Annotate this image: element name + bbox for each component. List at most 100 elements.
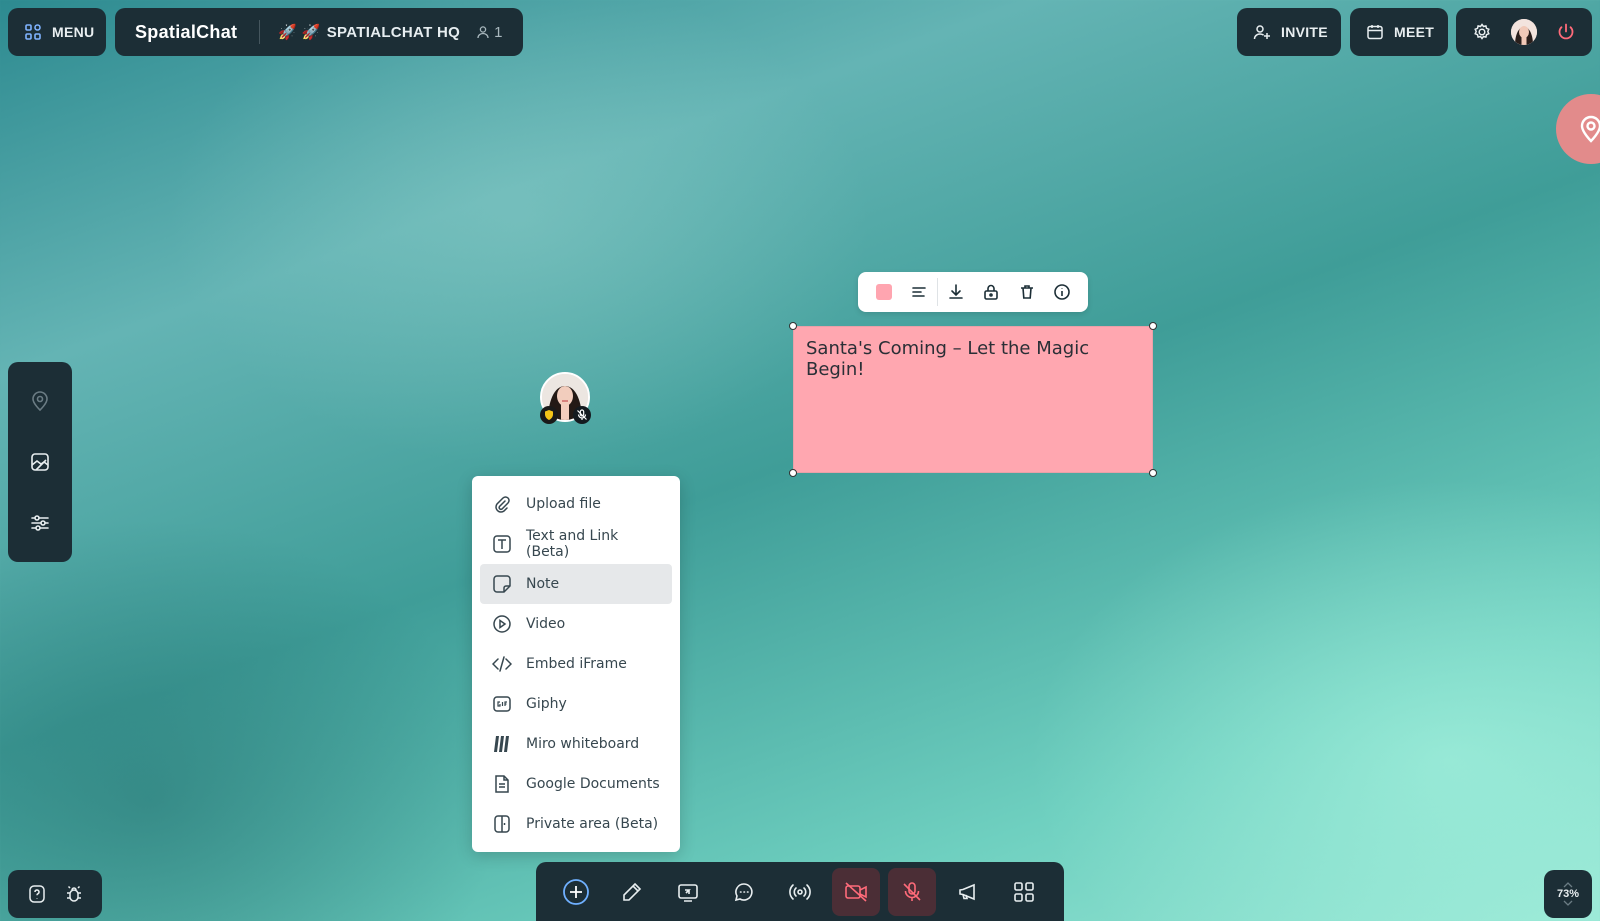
user-icon [476,25,490,39]
menu-item-note[interactable]: Note [480,564,672,604]
menu-item-label: Private area (Beta) [526,816,659,832]
brand-logo: SpatialChat [135,21,238,42]
grid-menu-icon [24,23,42,41]
broadcast-icon [788,881,812,903]
trash-icon [1018,283,1036,301]
lock-button[interactable] [973,272,1009,312]
menu-item-google-documents[interactable]: Google Documents [480,764,672,804]
miro-icon [492,734,512,754]
meet-button[interactable]: MEET [1350,8,1448,56]
zoom-level: 73% [1556,888,1580,900]
menu-item-embed-iframe[interactable]: Embed iFrame [480,644,672,684]
account-controls [1456,8,1592,56]
bottom-toolbar [536,862,1064,921]
power-icon[interactable] [1556,22,1576,42]
apps-grid-icon [1013,881,1035,903]
left-toolbar [8,362,72,562]
info-icon [1053,283,1071,301]
resize-handle[interactable] [1149,469,1157,477]
menu-item-video[interactable]: Video [480,604,672,644]
menu-label: MENU [52,24,95,40]
note-icon [492,574,512,594]
document-icon [492,774,512,794]
room-name: SPATIALCHAT HQ [326,23,461,41]
sticky-note[interactable]: Santa's Coming – Let the Magic Begin! [793,326,1153,473]
invite-label: INVITE [1281,24,1328,40]
code-icon [492,654,512,674]
menu-item-label: Note [526,576,560,592]
add-content-button[interactable] [552,868,600,916]
draw-button[interactable] [608,868,656,916]
screen-share-icon [677,881,699,903]
chat-bubble-icon [733,881,755,903]
menu-item-private-area[interactable]: Private area (Beta) [480,804,672,844]
text-align-button[interactable] [902,272,938,312]
gear-icon[interactable] [1472,22,1492,42]
user-count[interactable]: 1 [476,24,503,41]
location-pin-button[interactable] [1556,94,1600,164]
calendar-icon [1366,23,1384,41]
apps-button[interactable] [1000,868,1048,916]
room-header: SpatialChat 🚀 🚀 SPATIALCHAT HQ 1 [115,8,523,56]
resize-handle[interactable] [789,469,797,477]
text-icon [492,534,512,554]
download-button[interactable] [938,272,974,312]
add-content-menu: Upload file Text and Link (Beta) Note Vi… [472,476,680,852]
menu-button[interactable]: MENU [8,8,106,56]
menu-item-label: Upload file [526,496,601,512]
chat-button[interactable] [720,868,768,916]
color-swatch-icon [875,284,892,300]
menu-item-label: Google Documents [526,776,660,792]
mic-toggle-button[interactable] [888,867,936,916]
megaphone-icon [957,881,979,903]
help-icon[interactable] [27,884,47,904]
broadcast-button[interactable] [776,868,824,916]
gif-icon [492,694,512,714]
sliders-icon[interactable] [29,512,51,534]
chevron-down-icon[interactable] [1563,900,1573,906]
menu-item-label: Miro whiteboard [526,736,640,752]
zoom-control[interactable]: 73% [1544,870,1592,918]
mic-off-icon [901,881,923,903]
menu-item-label: Embed iFrame [526,656,627,672]
plus-circle-icon [562,878,590,906]
note-text[interactable]: Santa's Coming – Let the Magic Begin! [806,338,1152,380]
menu-item-giphy[interactable]: Giphy [480,684,672,724]
location-icon[interactable] [29,390,51,412]
menu-item-label: Giphy [526,696,567,712]
menu-item-miro-whiteboard[interactable]: Miro whiteboard [480,724,672,764]
menu-item-text-and-link[interactable]: Text and Link (Beta) [480,524,672,564]
download-icon [947,283,965,301]
user-count-value: 1 [494,23,503,41]
add-user-icon [1253,23,1271,41]
delete-button[interactable] [1009,272,1045,312]
resize-handle[interactable] [1149,322,1157,330]
note-color-button[interactable] [866,272,902,312]
play-icon [492,614,512,634]
align-left-icon [911,284,927,300]
meet-label: MEET [1394,24,1435,40]
menu-item-upload-file[interactable]: Upload file [480,484,672,524]
megaphone-button[interactable] [944,868,992,916]
help-controls [8,870,102,918]
screen-share-button[interactable] [664,868,712,916]
muted-mic-icon [573,406,591,424]
room-title[interactable]: 🚀 🚀 SPATIALCHAT HQ [278,23,461,42]
menu-item-label: Video [526,616,566,632]
paperclip-icon [492,495,512,513]
private-area-icon [492,814,512,834]
pencil-icon [621,881,643,903]
resize-handle[interactable] [789,322,797,330]
location-pin-icon [1576,114,1600,144]
info-button[interactable] [1044,272,1080,312]
background-image-icon[interactable] [29,451,51,473]
note-toolbar [858,272,1088,312]
rocket-emoji: 🚀 🚀 [278,24,321,41]
user-avatar[interactable] [1510,19,1537,45]
invite-button[interactable]: INVITE [1237,8,1341,56]
menu-item-label: Text and Link (Beta) [526,528,619,560]
bug-icon[interactable] [64,884,84,904]
camera-toggle-button[interactable] [832,867,880,916]
host-badge-icon [540,406,558,424]
divider [259,20,261,44]
